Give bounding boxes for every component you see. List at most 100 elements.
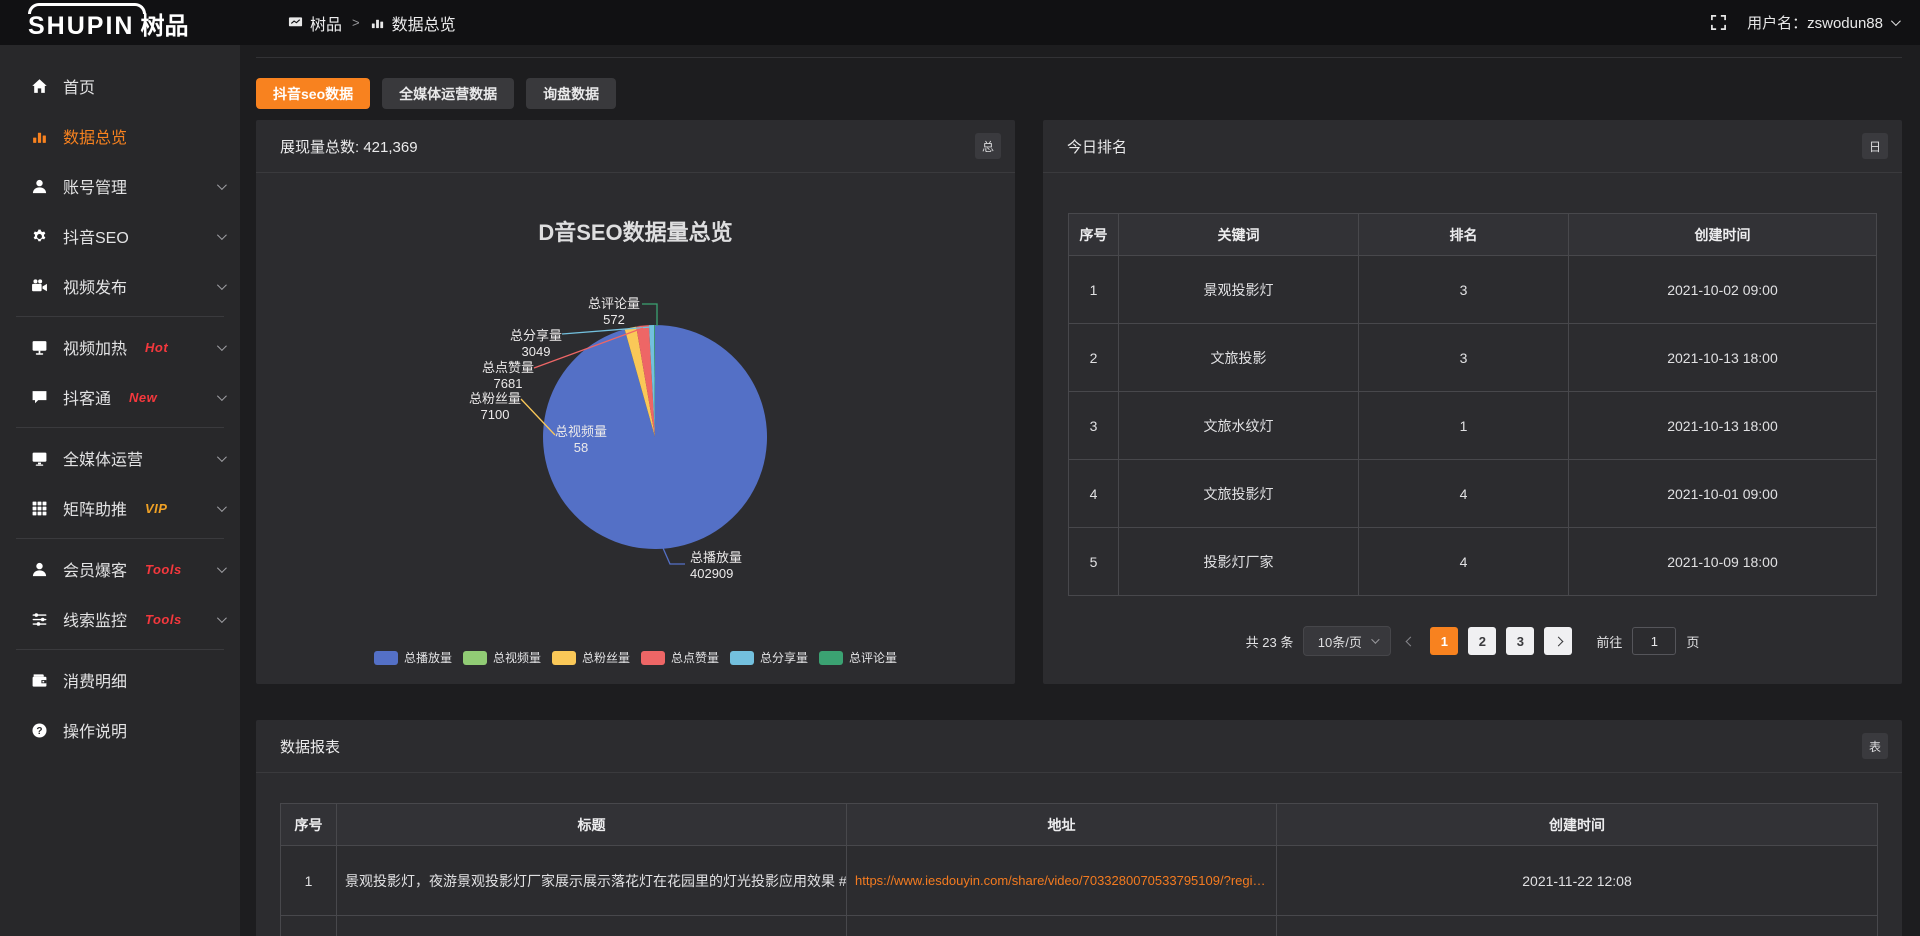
- sidebar-item-label: 操作说明: [63, 718, 127, 742]
- cell-index: 5: [1069, 528, 1119, 596]
- user-menu[interactable]: 用户名：zswodun88: [1747, 12, 1898, 33]
- col-rank: 排名: [1359, 214, 1569, 256]
- legend-item-comments[interactable]: 总评论量: [819, 649, 897, 666]
- tools-badge: Tools: [145, 562, 182, 577]
- cell-created: 2021-10-13 18:00: [1569, 324, 1877, 392]
- legend-item-fans[interactable]: 总粉丝量: [552, 649, 630, 666]
- sidebar-item-matrix-boost[interactable]: 矩阵助推 VIP: [0, 483, 240, 533]
- legend-swatch: [641, 651, 665, 665]
- report-title: 数据报表: [280, 736, 340, 757]
- chevron-right-icon: [1553, 636, 1563, 646]
- chat-icon: [30, 388, 48, 406]
- pie-label-plays: 总播放量 402909: [690, 550, 742, 582]
- pagination: 共 23 条 10条/页 1 2 3 前往 页: [1043, 626, 1902, 656]
- tab-media-operation-data[interactable]: 全媒体运营数据: [382, 78, 514, 109]
- sidebar-item-label: 视频加热: [63, 335, 127, 359]
- pie-label-videos: 总视频量 58: [555, 424, 607, 456]
- sidebar-item-video-heat[interactable]: 视频加热 Hot: [0, 322, 240, 372]
- table-toggle-button[interactable]: 表: [1862, 733, 1888, 759]
- sidebar-item-clue-monitor[interactable]: 线索监控 Tools: [0, 594, 240, 644]
- cell-index: 1: [281, 846, 337, 916]
- cell-created: [1277, 916, 1878, 936]
- sidebar-item-home[interactable]: 首页: [0, 61, 240, 111]
- sidebar-item-member-baoke[interactable]: 会员爆客 Tools: [0, 544, 240, 594]
- legend-item-plays[interactable]: 总播放量: [374, 649, 452, 666]
- sidebar-item-label: 数据总览: [63, 124, 127, 148]
- page-size-select[interactable]: 10条/页: [1303, 626, 1391, 656]
- sidebar-item-video-publish[interactable]: 视频发布: [0, 261, 240, 311]
- fullscreen-icon[interactable]: [1710, 14, 1727, 31]
- app-logo: SHUPIN 树品: [28, 0, 188, 45]
- board-icon: [288, 15, 303, 30]
- day-toggle-button[interactable]: 日: [1862, 133, 1888, 159]
- breadcrumb-current[interactable]: 数据总览: [392, 11, 456, 35]
- screen-icon: [30, 338, 48, 356]
- tab-inquiry-data[interactable]: 询盘数据: [526, 78, 616, 109]
- pie-label-name: 总分享量: [510, 328, 562, 344]
- video-link[interactable]: https://www.iesdouyin.com/share/video/70…: [847, 846, 1277, 916]
- col-index: 序号: [281, 804, 337, 846]
- cell-rank: 3: [1359, 324, 1569, 392]
- pie-label-name: 总点赞量: [482, 360, 534, 376]
- cell-rank: 4: [1359, 528, 1569, 596]
- sidebar-divider: [16, 538, 224, 539]
- sidebar-item-doukotong[interactable]: 抖客通 New: [0, 372, 240, 422]
- sidebar-item-data-overview[interactable]: 数据总览: [0, 111, 240, 161]
- pie-label-name: 总视频量: [555, 424, 607, 440]
- legend-item-likes[interactable]: 总点赞量: [641, 649, 719, 666]
- pie-label-name: 总评论量: [588, 296, 640, 312]
- next-page-button[interactable]: [1544, 627, 1572, 655]
- sidebar-item-consumption[interactable]: 消费明细: [0, 655, 240, 705]
- sidebar-divider: [16, 427, 224, 428]
- legend-item-videos[interactable]: 总视频量: [463, 649, 541, 666]
- bar-chart-icon: [30, 127, 48, 145]
- sidebar-item-label: 首页: [63, 74, 95, 98]
- table-header-row: 序号 标题 地址 创建时间: [281, 804, 1878, 846]
- breadcrumb-root[interactable]: 树品: [310, 11, 342, 35]
- col-created: 创建时间: [1569, 214, 1877, 256]
- chevron-down-icon: [217, 180, 227, 190]
- sidebar-divider: [16, 316, 224, 317]
- chevron-down-icon: [217, 230, 227, 240]
- cell-created: 2021-10-01 09:00: [1569, 460, 1877, 528]
- chevron-down-icon: [217, 613, 227, 623]
- sidebar-item-douyin-seo[interactable]: 抖音SEO: [0, 211, 240, 261]
- tools-badge: Tools: [145, 612, 182, 627]
- page-button-1[interactable]: 1: [1430, 627, 1458, 655]
- gear-icon: [30, 227, 48, 245]
- sidebar: 首页 数据总览 账号管理 抖音SEO 视频发布 视频加热 Hot 抖客通 New…: [0, 45, 240, 936]
- chevron-down-icon: [1891, 16, 1901, 26]
- sidebar-item-label: 矩阵助推: [63, 496, 127, 520]
- sidebar-item-account[interactable]: 账号管理: [0, 161, 240, 211]
- ranking-panel: 今日排名 日 序号 关键词 排名 创建时间 1 景观投影灯 3 2021-10-…: [1043, 120, 1902, 684]
- pie-label-shares: 总分享量 3049: [510, 328, 562, 360]
- chevron-down-icon: [217, 502, 227, 512]
- page-button-2[interactable]: 2: [1468, 627, 1496, 655]
- ranking-title: 今日排名: [1067, 136, 1127, 157]
- goto-page-input[interactable]: [1632, 627, 1676, 655]
- legend-item-shares[interactable]: 总分享量: [730, 649, 808, 666]
- video-camera-icon: [30, 277, 48, 295]
- sidebar-item-media-operation[interactable]: 全媒体运营: [0, 433, 240, 483]
- report-table-wrap: 序号 标题 地址 创建时间 1 景观投影灯，夜游景观投影灯厂家展示展示落花灯在花…: [256, 773, 1902, 936]
- tab-douyin-seo-data[interactable]: 抖音seo数据: [256, 78, 370, 109]
- legend-swatch: [374, 651, 398, 665]
- table-row: 3 文旅水纹灯 1 2021-10-13 18:00: [1069, 392, 1877, 460]
- pie-label-likes: 总点赞量 7681: [482, 360, 534, 392]
- pie-chart[interactable]: [256, 120, 1015, 684]
- report-panel: 数据报表 表 序号 标题 地址 创建时间 1 景观投影灯，夜游景观投影灯厂家展示…: [256, 720, 1902, 936]
- monitor-icon: [30, 449, 48, 467]
- legend-label: 总分享量: [760, 649, 808, 666]
- cell-keyword: 景观投影灯: [1119, 256, 1359, 324]
- legend-swatch: [730, 651, 754, 665]
- col-index: 序号: [1069, 214, 1119, 256]
- prev-page-button[interactable]: [1401, 638, 1420, 645]
- chart-title: D音SEO数据量总览: [256, 215, 1015, 247]
- table-row: 1 景观投影灯，夜游景观投影灯厂家展示展示落花灯在花园里的灯光投影应用效果 # …: [281, 846, 1878, 916]
- chevron-down-icon: [217, 280, 227, 290]
- legend-label: 总粉丝量: [582, 649, 630, 666]
- grid-icon: [30, 499, 48, 517]
- breadcrumb: 树品 > 数据总览: [288, 0, 456, 45]
- sidebar-item-instructions[interactable]: ? 操作说明: [0, 705, 240, 755]
- page-button-3[interactable]: 3: [1506, 627, 1534, 655]
